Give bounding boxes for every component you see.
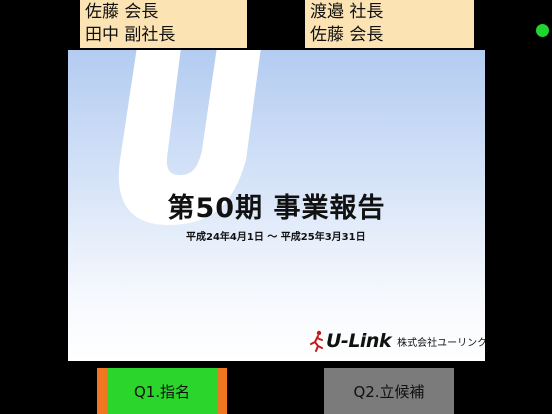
status-dot-icon — [536, 24, 549, 37]
runner-icon — [310, 330, 323, 352]
brand-logo: U-Link 株式会社ユーリンク — [309, 330, 485, 352]
name-card-right: 渡邉 社長 佐藤 会長 — [305, 0, 474, 48]
brand-name: U-Link — [326, 330, 392, 352]
slide-title: 第50期 事業報告 — [167, 193, 386, 224]
q2-candidacy-button[interactable]: Q2.立候補 — [324, 368, 454, 414]
name-card-right-line1: 渡邉 社長 — [310, 2, 384, 22]
name-card-right-line2: 佐藤 会長 — [310, 25, 384, 45]
name-card-left-line2: 田中 副社長 — [85, 25, 176, 45]
presentation-slide: 第50期 事業報告 平成24年4月1日 ～ 平成25年3月31日 U-Link … — [68, 50, 485, 361]
company-name: 株式会社ユーリンク — [397, 337, 485, 349]
name-card-left-line1: 佐藤 会長 — [85, 2, 159, 22]
name-card-left: 佐藤 会長 田中 副社長 — [80, 0, 247, 48]
slide-period: 平成24年4月1日 ～ 平成25年3月31日 — [186, 232, 366, 243]
q1-nominate-button[interactable]: Q1.指名 — [97, 368, 227, 414]
